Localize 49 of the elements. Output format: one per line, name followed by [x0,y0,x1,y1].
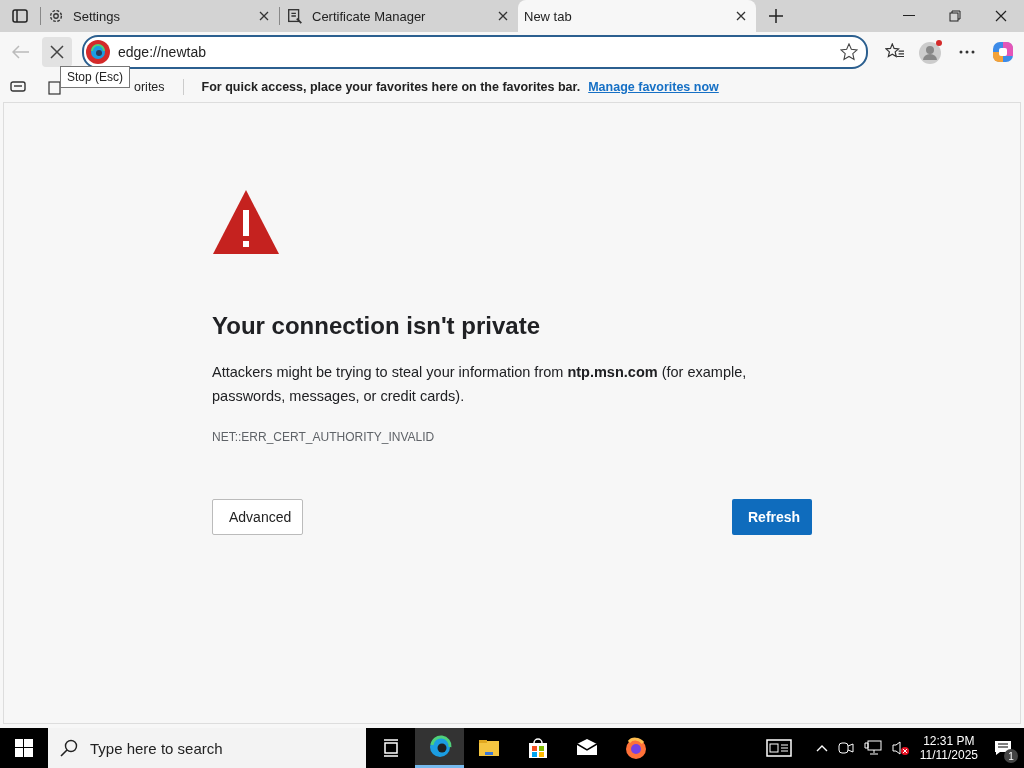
clock-date[interactable]: 11/11/2025 [919,748,978,762]
browser-tab[interactable]: New tab [518,0,756,32]
muted-speaker-icon[interactable] [891,740,910,756]
refresh-button[interactable]: Refresh [732,499,812,535]
camera-icon[interactable] [837,740,854,756]
edge-icon[interactable] [429,735,451,757]
warning-icon [212,188,280,256]
advanced-button[interactable]: Advanced [212,499,303,535]
network-icon[interactable] [863,740,882,756]
tab-actions-icon[interactable] [12,8,28,24]
browser-tab[interactable]: Certificate Manager [280,0,518,32]
certificate-icon [286,7,304,25]
restore-icon[interactable] [949,10,961,22]
store-icon[interactable] [528,738,547,758]
profile-icon[interactable] [918,39,944,65]
tooltip: Stop (Esc) [60,66,130,88]
edge-logo-icon [86,40,110,64]
minimize-icon[interactable] [903,15,915,17]
error-title: Your connection isn't private [212,312,541,340]
star-icon[interactable] [840,43,858,61]
sidebar-icon[interactable] [10,81,26,93]
stop-icon[interactable] [50,45,64,59]
clock-time[interactable]: 12:31 PM [923,734,975,748]
import-favorites-label[interactable]: orites [134,80,165,94]
news-icon[interactable] [765,739,792,757]
close-icon[interactable] [259,11,269,21]
firefox-icon[interactable] [625,737,646,759]
more-icon[interactable] [959,50,975,54]
search-icon [60,739,78,757]
copilot-icon[interactable] [991,40,1015,64]
windows-start-icon[interactable] [15,739,33,757]
close-icon[interactable] [736,11,746,21]
task-view-icon[interactable] [382,739,399,757]
close-icon[interactable] [995,10,1007,22]
error-description: Attackers might be trying to steal your information from ntp.msn.com (for example, passwords, messages, or credit cards). [212,363,748,406]
favorites-message: For quick access, place your favorites here on the favorites bar. [201,80,581,94]
notification-button[interactable]: 1 [988,733,1018,763]
folder-icon[interactable] [478,740,499,756]
mail-icon[interactable] [575,739,598,755]
favorites-icon[interactable] [885,43,905,61]
gear-icon [47,7,65,25]
manage-favorites-link[interactable]: Manage favorites now [588,80,719,94]
plus-icon[interactable] [768,8,784,24]
browser-tab[interactable]: Settings [41,0,279,32]
chevron-up-icon[interactable] [815,744,828,752]
taskbar-search-field[interactable]: Type here to search [48,728,366,768]
error-code: NET::ERR_CERT_AUTHORITY_INVALID [212,430,436,444]
import-icon[interactable] [48,79,64,95]
close-icon[interactable] [498,11,508,21]
